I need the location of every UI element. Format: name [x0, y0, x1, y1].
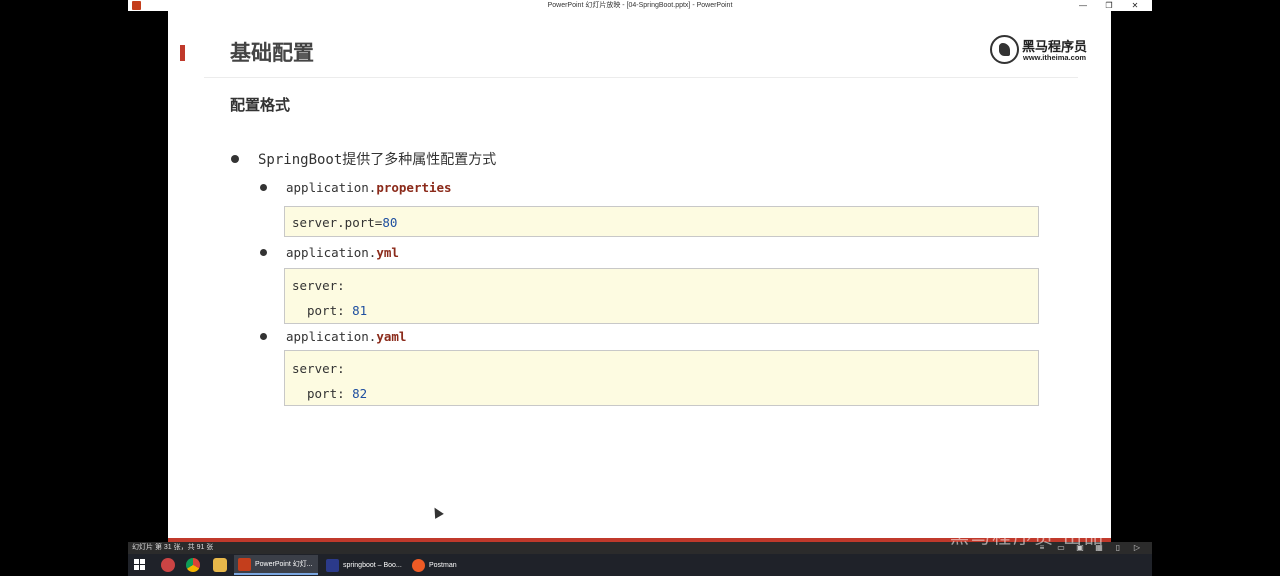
mouse-pointer-icon [430, 505, 444, 519]
slideshow-icon[interactable]: ▷ [1132, 543, 1142, 552]
format-label-properties: application.properties [286, 180, 452, 195]
minimize-button[interactable]: — [1070, 0, 1096, 11]
code-line: server: [292, 278, 345, 293]
taskbar-app-postman[interactable]: Postman [408, 555, 492, 575]
format-ext: yml [376, 245, 399, 260]
code-block-properties: server.port=80 [284, 206, 1039, 237]
windows-start-icon[interactable] [134, 559, 146, 571]
title-accent-bar [180, 45, 185, 61]
format-prefix: application. [286, 245, 377, 260]
format-ext: yaml [376, 329, 407, 344]
windows-taskbar: PowerPoint 幻灯... springboot – Boo... Pos… [128, 554, 1152, 576]
code-line: server: [292, 361, 345, 376]
main-bullet-text: SpringBoot提供了多种属性配置方式 [258, 152, 497, 168]
format-label-yml: application.yml [286, 245, 399, 260]
reading-view-icon[interactable]: ▯ [1113, 543, 1123, 552]
format-prefix: application. [286, 180, 377, 195]
itheima-logo: 黑马程序员 www.itheima.com [990, 33, 1090, 65]
postman-icon [412, 558, 425, 572]
taskbar-app-intellij[interactable]: springboot – Boo... [322, 555, 406, 575]
file-explorer-icon[interactable] [213, 558, 227, 572]
slide-title: 基础配置 [230, 41, 314, 65]
window-titlebar: PowerPoint 幻灯片放映 - [04-SpringBoot.pptx] … [128, 0, 1152, 11]
code-line: port: 82 [307, 386, 367, 401]
powerpoint-icon [238, 557, 251, 571]
code-key: server.port= [292, 215, 383, 230]
code-value: 82 [352, 386, 368, 401]
bullet-dot [231, 155, 239, 163]
format-prefix: application. [286, 329, 377, 344]
slide[interactable]: 基础配置 黑马程序员 www.itheima.com 配置格式 SpringBo… [168, 11, 1111, 542]
code-value: 80 [382, 215, 398, 230]
code-key: server: [292, 361, 345, 376]
code-key: server: [292, 278, 345, 293]
logo-url: www.itheima.com [1023, 53, 1087, 62]
code-value: 81 [352, 303, 368, 318]
code-block-yml: server: port: 81 [284, 268, 1039, 324]
window-controls: — ❐ ✕ [1070, 0, 1148, 11]
format-label-yaml: application.yaml [286, 329, 406, 344]
chrome-icon[interactable] [186, 558, 200, 572]
intellij-icon [326, 558, 339, 572]
slide-counter: 幻灯片 第 31 张，共 91 张 [132, 544, 214, 551]
taskbar-app-label: PowerPoint 幻灯... [255, 561, 313, 568]
sub-bullet-dot [260, 333, 267, 340]
sub-bullet-dot [260, 249, 267, 256]
game-app-icon[interactable] [161, 558, 175, 572]
window-title: PowerPoint 幻灯片放映 - [04-SpringBoot.pptx] … [547, 2, 733, 9]
close-button[interactable]: ✕ [1122, 0, 1148, 11]
taskbar-app-powerpoint[interactable]: PowerPoint 幻灯... [234, 555, 318, 575]
horse-logo-icon [990, 35, 1019, 64]
code-key: port: [307, 303, 353, 318]
taskbar-app-label: springboot – Boo... [343, 561, 402, 569]
format-ext: properties [376, 180, 452, 195]
code-block-yaml: server: port: 82 [284, 350, 1039, 406]
code-key: port: [307, 386, 353, 401]
code-line: server.port=80 [292, 215, 397, 230]
video-watermark: 黑马程序员 出品 [950, 526, 1106, 548]
header-divider [204, 77, 1078, 78]
section-subtitle: 配置格式 [230, 96, 291, 114]
sub-bullet-dot [260, 184, 267, 191]
code-line: port: 81 [307, 303, 367, 318]
taskbar-app-label: Postman [429, 561, 457, 569]
restore-button[interactable]: ❐ [1096, 0, 1122, 11]
